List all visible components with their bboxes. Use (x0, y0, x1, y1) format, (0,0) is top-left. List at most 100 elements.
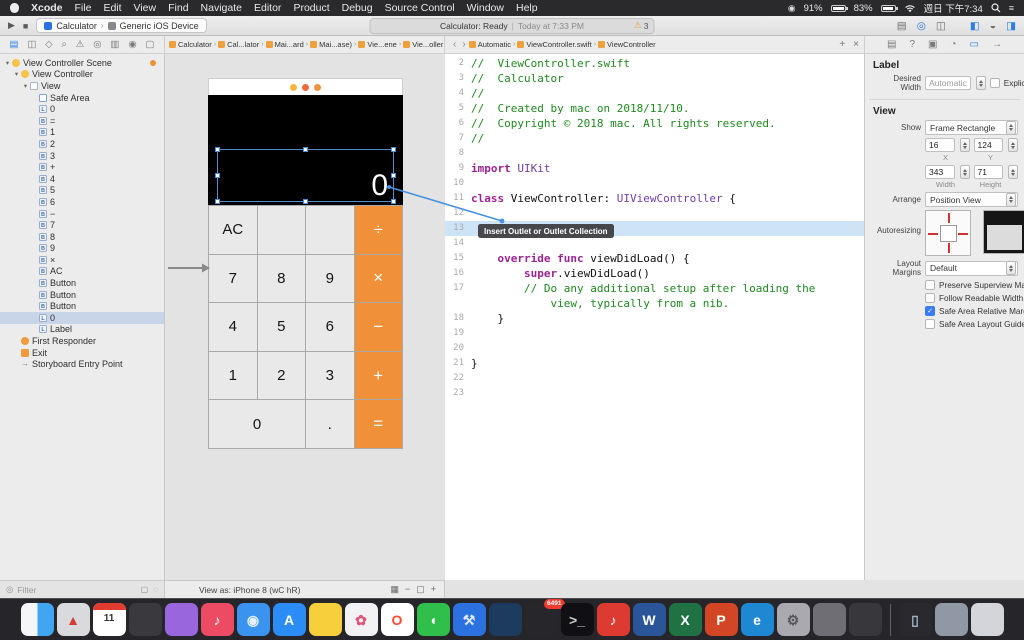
navigator-row[interactable]: B AC (0, 266, 164, 278)
status-item-icon[interactable]: ◉ (788, 3, 796, 14)
navigator-row[interactable]: B5 (0, 185, 164, 197)
dock-trash[interactable] (970, 603, 1004, 636)
calculator-button[interactable]: × (354, 254, 402, 303)
connections-inspector-tab[interactable]: → (992, 39, 1002, 50)
y-field[interactable]: 124 (973, 138, 1003, 152)
code-line[interactable]: 7// (445, 131, 864, 146)
code-line[interactable]: 18 } (445, 311, 864, 326)
dock-stickies[interactable] (308, 603, 342, 636)
dock-downloads-folder[interactable] (934, 603, 968, 636)
calculator-button[interactable] (257, 206, 305, 254)
close-assistant-editor-button[interactable]: × (853, 39, 859, 50)
breadcrumb-item[interactable]: Mai...ase) (310, 40, 352, 49)
toggle-debug-area-button[interactable]: ◒ (990, 20, 996, 32)
code-line[interactable]: 12 (445, 206, 864, 221)
code-line[interactable]: 10 (445, 176, 864, 191)
navigator-row[interactable]: B − (0, 208, 164, 220)
navigator-row[interactable]: B3 (0, 150, 164, 162)
forward-button[interactable]: › (462, 39, 465, 50)
breadcrumb-item[interactable]: Vie...ene (358, 40, 397, 49)
menu-item-source-control[interactable]: Source Control (385, 2, 455, 14)
calculator-button[interactable]: ÷ (354, 206, 402, 254)
notification-center-icon[interactable]: ≡ (1009, 3, 1014, 13)
zoom-reset-button[interactable]: ▢ (416, 584, 425, 595)
width-field[interactable]: 343 (925, 165, 955, 179)
code-line[interactable]: 20 (445, 341, 864, 356)
issue-navigator-icon[interactable]: ⚠ (76, 39, 85, 50)
layout-margins-dropdown[interactable]: Default (925, 260, 1018, 276)
back-button[interactable]: ‹ (453, 39, 456, 50)
explicit-checkbox[interactable] (989, 78, 1000, 88)
apple-menu-icon[interactable] (10, 3, 19, 13)
navigator-row[interactable]: B7 (0, 219, 164, 231)
calculator-button[interactable]: 5 (257, 303, 305, 351)
show-only-modified-icon[interactable]: ▢ (141, 585, 149, 594)
navigator-row[interactable]: ▾ View Controller Scene (0, 57, 164, 69)
dock-wechat[interactable]: ◖ (416, 603, 450, 636)
navigator-row[interactable]: ▾ View (0, 80, 164, 92)
calculator-button[interactable]: 0 (209, 400, 305, 448)
arrange-dropdown[interactable]: Position View (925, 192, 1018, 207)
navigator-row[interactable]: B + (0, 161, 164, 173)
navigator-row[interactable]: L Label (0, 324, 164, 336)
calculator-display-view[interactable]: 0 (208, 95, 403, 205)
run-button[interactable]: ▶ (8, 20, 15, 31)
code-line[interactable]: 4// (445, 86, 864, 101)
menu-item-product[interactable]: Product (293, 2, 329, 14)
calculator-button[interactable]: − (354, 303, 402, 351)
navigator-row[interactable]: B Button (0, 289, 164, 301)
warning-indicator[interactable]: ⚠ 3 (634, 20, 649, 31)
dock-xcode[interactable]: ⚒ (452, 603, 486, 636)
calculator-button[interactable]: 1 (209, 351, 257, 400)
navigator-row[interactable]: B Button (0, 300, 164, 312)
size-inspector-tab[interactable]: ▭ (970, 39, 979, 50)
show-dropdown[interactable]: Frame Rectangle (925, 120, 1018, 135)
disclosure-triangle[interactable]: ▾ (21, 82, 30, 90)
view-controller-header-bar[interactable] (208, 78, 403, 95)
view-as-device-button[interactable]: View as: iPhone 8 (wC hR) (199, 585, 300, 595)
wifi-icon[interactable] (904, 4, 916, 13)
navigator-row[interactable]: First Responder (0, 335, 164, 347)
autoresizing-control[interactable] (925, 210, 971, 256)
dock-system-preferences[interactable]: ⚙ (776, 603, 810, 636)
interface-builder-canvas[interactable]: 0 AC ÷ 7 8 9 × 4 5 6− 1 2 3 +0. = (165, 54, 445, 580)
navigator-row[interactable]: Safe Area (0, 92, 164, 104)
dock-word[interactable]: W (632, 603, 666, 636)
source-control-navigator-icon[interactable]: ◫ (27, 39, 36, 50)
breadcrumb-item[interactable]: Calculator (169, 40, 212, 49)
view-controller-icon[interactable] (290, 83, 297, 91)
dock-photos-dark-app[interactable] (128, 603, 162, 636)
dock-calendar[interactable]: 11 (92, 603, 126, 636)
code-line[interactable]: 14 (445, 236, 864, 251)
height-stepper[interactable] (1008, 165, 1018, 179)
navigator-row[interactable]: B = (0, 115, 164, 127)
navigator-row[interactable]: B4 (0, 173, 164, 185)
code-line[interactable]: 2// ViewController.swift (445, 56, 864, 71)
scheme-selector[interactable]: Calculator › Generic iOS Device (36, 18, 207, 33)
code-line[interactable]: 6// Copyright © 2018 mac. All rights res… (445, 116, 864, 131)
dock-qq[interactable]: 6491 (524, 599, 565, 636)
navigator-row[interactable]: B2 (0, 138, 164, 150)
checkbox-follow-readable-width[interactable] (925, 293, 935, 303)
standard-editor-button[interactable]: ▤ (897, 20, 907, 32)
x-stepper[interactable] (959, 138, 970, 152)
dock-launchpad[interactable]: ▲ (56, 603, 90, 636)
code-line[interactable]: 16 super.viewDidLoad() (445, 266, 864, 281)
code-line[interactable]: 22 (445, 371, 864, 386)
symbol-navigator-icon[interactable]: ◇ (45, 39, 52, 50)
calculator-button[interactable]: + (354, 351, 402, 400)
checkbox-safe-area-relative-margins[interactable]: ✓ (925, 306, 935, 316)
spotlight-search-icon[interactable] (991, 3, 1001, 13)
debug-navigator-icon[interactable]: ▥ (110, 39, 119, 50)
breadcrumb-item[interactable]: ViewController (598, 40, 656, 49)
dock-excel[interactable]: X (668, 603, 702, 636)
code-line[interactable]: 15 override func viewDidLoad() { (445, 251, 864, 266)
code-line[interactable]: 21} (445, 356, 864, 371)
dock-terminal[interactable]: >_ (560, 603, 594, 636)
code-line[interactable]: 8 (445, 146, 864, 161)
calculator-button[interactable]: 2 (257, 351, 305, 400)
calculator-button[interactable]: 6 (306, 303, 354, 351)
breadcrumb-item[interactable]: Mai...ard (265, 40, 304, 49)
width-stepper[interactable] (959, 165, 970, 179)
navigator-row[interactable]: B8 (0, 231, 164, 243)
